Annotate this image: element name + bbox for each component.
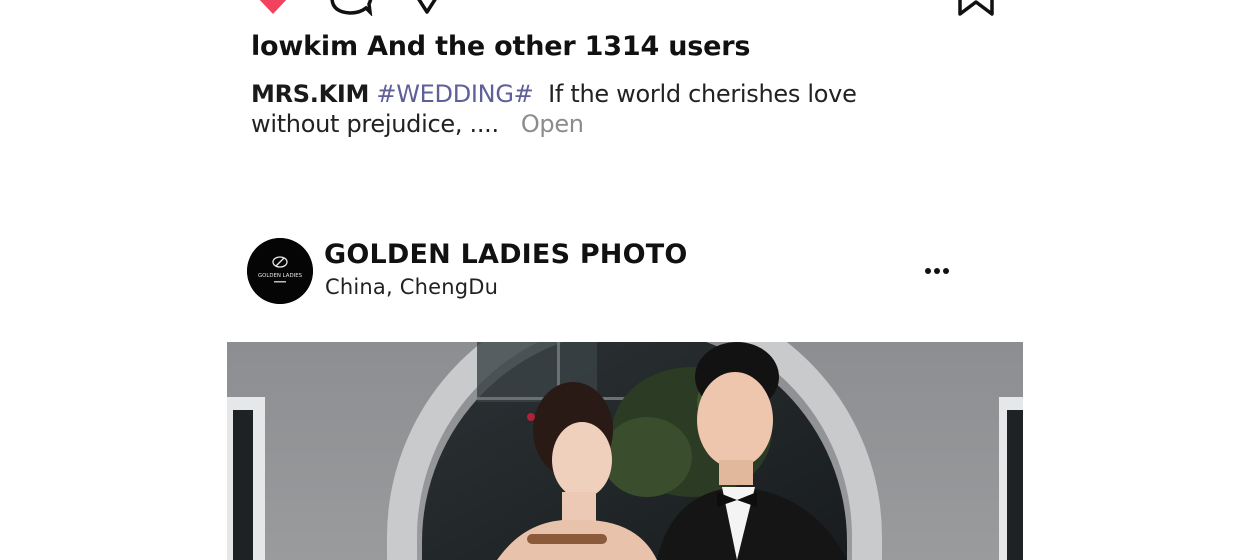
logo-text: GOLDEN LADIES bbox=[258, 273, 303, 279]
wedding-photo-illustration bbox=[227, 342, 1023, 560]
post-header: GOLDEN LADIES GOLDEN LADIES PHOTO China,… bbox=[247, 238, 967, 308]
post-location[interactable]: China, ChengDu bbox=[325, 275, 498, 299]
caption-author[interactable]: MRS.KIM bbox=[251, 80, 369, 108]
golden-ladies-logo: GOLDEN LADIES bbox=[247, 238, 313, 304]
more-options-icon bbox=[925, 268, 949, 274]
bookmark-icon[interactable] bbox=[956, 0, 996, 16]
avatar[interactable]: GOLDEN LADIES bbox=[247, 238, 313, 304]
location-country: China, bbox=[325, 275, 393, 299]
comment-icon[interactable] bbox=[326, 0, 374, 16]
likes-count[interactable]: lowkim And the other 1314 users bbox=[251, 31, 750, 62]
location-city: ChengDu bbox=[399, 275, 499, 299]
post-caption: MRS.KIM #WEDDING# If the world cherishes… bbox=[251, 79, 951, 139]
post-actions-bar bbox=[0, 0, 1250, 16]
post-photo[interactable] bbox=[227, 342, 1023, 560]
share-icon[interactable] bbox=[414, 0, 440, 14]
more-options-button[interactable] bbox=[923, 262, 957, 280]
caption-open-link[interactable]: Open bbox=[521, 110, 584, 138]
account-name[interactable]: GOLDEN LADIES PHOTO bbox=[324, 239, 688, 270]
caption-hashtag[interactable]: #WEDDING# bbox=[376, 80, 533, 108]
feed-page: lowkim And the other 1314 users MRS.KIM … bbox=[0, 0, 1250, 560]
heart-icon[interactable] bbox=[254, 0, 292, 14]
